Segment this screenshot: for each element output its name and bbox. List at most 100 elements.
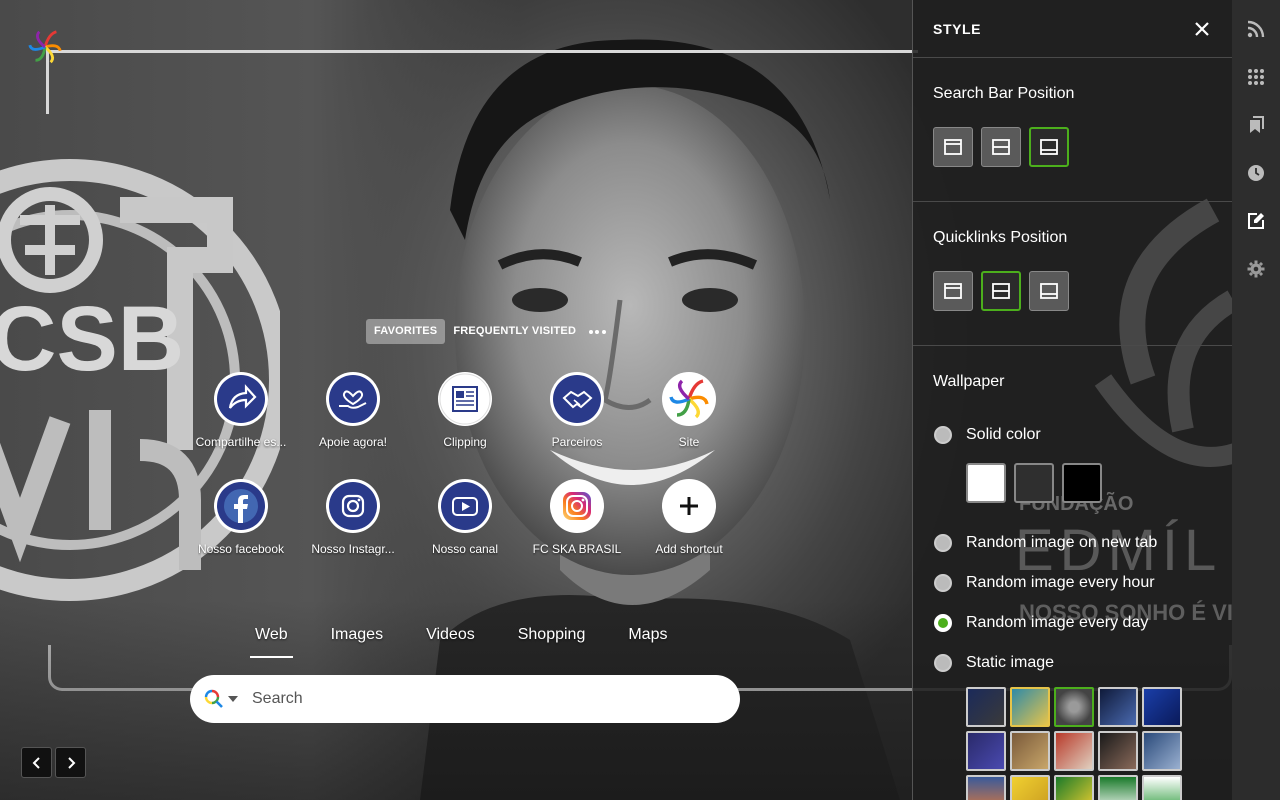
- quicklink-label: Apoie agora!: [318, 435, 388, 449]
- quicklink-fc-ska-brasil[interactable]: FC SKA BRASIL: [521, 479, 633, 572]
- swatch-white[interactable]: [966, 463, 1006, 503]
- instagram-icon: [329, 482, 377, 530]
- tab-maps[interactable]: Maps: [623, 622, 672, 658]
- tab-frequently-visited[interactable]: FREQUENTLY VISITED: [445, 319, 584, 344]
- youtube-icon: [441, 482, 489, 530]
- apps-grid-icon: [1248, 69, 1264, 85]
- tab-favorites[interactable]: FAVORITES: [366, 319, 446, 344]
- share-arrow-icon: [217, 375, 265, 423]
- quicklink-circle: [662, 372, 716, 426]
- layout-bottom-icon: [1040, 283, 1058, 299]
- quicklink-clipping[interactable]: Clipping: [409, 372, 521, 465]
- wallpaper-thumbnail[interactable]: [1142, 775, 1182, 800]
- radio-button[interactable]: [934, 574, 952, 592]
- radio-label: Random image on new tab: [966, 534, 1158, 551]
- wallpaper-thumbnail[interactable]: [1054, 775, 1094, 800]
- panel-title: STYLE: [933, 20, 982, 37]
- position-top-button[interactable]: [933, 127, 973, 167]
- quicklink-instagram[interactable]: Nosso Instagr...: [297, 479, 409, 572]
- swatch-black[interactable]: [1062, 463, 1102, 503]
- position-bottom-button[interactable]: [1029, 271, 1069, 311]
- search-input[interactable]: [252, 690, 692, 708]
- previous-button[interactable]: [21, 747, 52, 778]
- wallpaper-option-random-day[interactable]: Random image every day: [933, 603, 1212, 643]
- radio-button[interactable]: [934, 654, 952, 672]
- wallpaper-thumbnail[interactable]: [1054, 731, 1094, 771]
- news-feed-button[interactable]: [1232, 5, 1280, 53]
- wallpaper-thumbnail[interactable]: [1098, 731, 1138, 771]
- quicklink-circle: [326, 372, 380, 426]
- position-top-button[interactable]: [933, 271, 973, 311]
- close-button[interactable]: [1192, 19, 1212, 39]
- wallpaper-thumbnail[interactable]: [1098, 775, 1138, 800]
- quicklinks-grid: Compartilhe es... Apoie agora! Clipping: [185, 372, 745, 572]
- quicklink-label: Nosso Instagr...: [311, 542, 395, 556]
- rss-icon: [1247, 20, 1265, 38]
- wallpaper-thumbnail[interactable]: [966, 775, 1006, 800]
- more-options-icon[interactable]: [584, 319, 610, 344]
- search-engine-selector[interactable]: [204, 689, 238, 709]
- add-shortcut-button[interactable]: Add shortcut: [633, 479, 745, 572]
- next-button[interactable]: [55, 747, 86, 778]
- wallpaper-option-solid-color[interactable]: Solid color: [933, 415, 1212, 455]
- layout-top-icon: [944, 139, 962, 155]
- quicklink-compartilhe[interactable]: Compartilhe es...: [185, 372, 297, 465]
- style-button[interactable]: [1232, 197, 1280, 245]
- position-options: [933, 247, 1212, 345]
- layout-middle-icon: [992, 283, 1010, 299]
- right-sidebar: [1232, 0, 1280, 800]
- quicklink-parceiros[interactable]: Parceiros: [521, 372, 633, 465]
- panel-header: STYLE: [913, 0, 1232, 58]
- position-bottom-button[interactable]: [1029, 127, 1069, 167]
- quicklink-nosso-canal[interactable]: Nosso canal: [409, 479, 521, 572]
- colorful-spiral-logo-icon: [669, 379, 709, 419]
- wallpaper-thumbnail[interactable]: [1142, 687, 1182, 727]
- radio-label: Random image every day: [966, 614, 1149, 631]
- wallpaper-option-random-hour[interactable]: Random image every hour: [933, 563, 1212, 603]
- wallpaper-thumbnail[interactable]: [1098, 687, 1138, 727]
- quicklink-circle: [214, 372, 268, 426]
- wallpaper-option-static-image[interactable]: Static image: [933, 643, 1212, 683]
- quicklink-circle: [326, 479, 380, 533]
- wallpaper-thumbnail[interactable]: [966, 687, 1006, 727]
- wallpaper-thumbnail[interactable]: [1142, 731, 1182, 771]
- position-middle-button[interactable]: [981, 127, 1021, 167]
- quicklink-apoie[interactable]: Apoie agora!: [297, 372, 409, 465]
- tab-videos[interactable]: Videos: [421, 622, 480, 658]
- search-type-tabs: Web Images Videos Shopping Maps: [250, 622, 705, 658]
- instagram-gradient-icon: [563, 492, 591, 520]
- swatch-dark-gray[interactable]: [1014, 463, 1054, 503]
- apps-button[interactable]: [1232, 53, 1280, 101]
- radio-button-checked[interactable]: [934, 614, 952, 632]
- position-middle-button[interactable]: [981, 271, 1021, 311]
- position-options: [933, 103, 1212, 201]
- colorful-spiral-logo-icon[interactable]: [26, 28, 64, 66]
- quicklink-facebook[interactable]: Nosso facebook: [185, 479, 297, 572]
- settings-button[interactable]: [1232, 245, 1280, 293]
- tab-images[interactable]: Images: [326, 622, 388, 658]
- quicklink-label: Compartilhe es...: [195, 435, 287, 449]
- quicklinks-tabs: FAVORITES FREQUENTLY VISITED: [366, 319, 610, 344]
- quicklink-circle: [550, 372, 604, 426]
- bookmarks-button[interactable]: [1232, 101, 1280, 149]
- radio-button[interactable]: [934, 534, 952, 552]
- history-button[interactable]: [1232, 149, 1280, 197]
- quicklink-label: FC SKA BRASIL: [532, 542, 622, 556]
- wallpaper-thumbnail[interactable]: [966, 731, 1006, 771]
- wallpaper-thumbnail[interactable]: [1010, 687, 1050, 727]
- wallpaper-option-random-new-tab[interactable]: Random image on new tab: [933, 523, 1212, 563]
- tab-shopping[interactable]: Shopping: [513, 622, 591, 658]
- quicklink-circle: [662, 479, 716, 533]
- wallpaper-thumbnail[interactable]: [1010, 731, 1050, 771]
- wallpaper-thumbnail[interactable]: [1054, 687, 1094, 727]
- clock-icon: [1248, 165, 1264, 181]
- wallpaper-thumbnail[interactable]: [1010, 775, 1050, 800]
- tab-web[interactable]: Web: [250, 622, 293, 658]
- wallpaper-thumbnails: [966, 687, 1212, 800]
- quicklink-label: Parceiros: [551, 435, 603, 449]
- radio-label: Random image every hour: [966, 574, 1155, 591]
- svg-text:CSB: CSB: [0, 288, 184, 390]
- quicklink-site[interactable]: Site: [633, 372, 745, 465]
- layout-top-icon: [944, 283, 962, 299]
- radio-button[interactable]: [934, 426, 952, 444]
